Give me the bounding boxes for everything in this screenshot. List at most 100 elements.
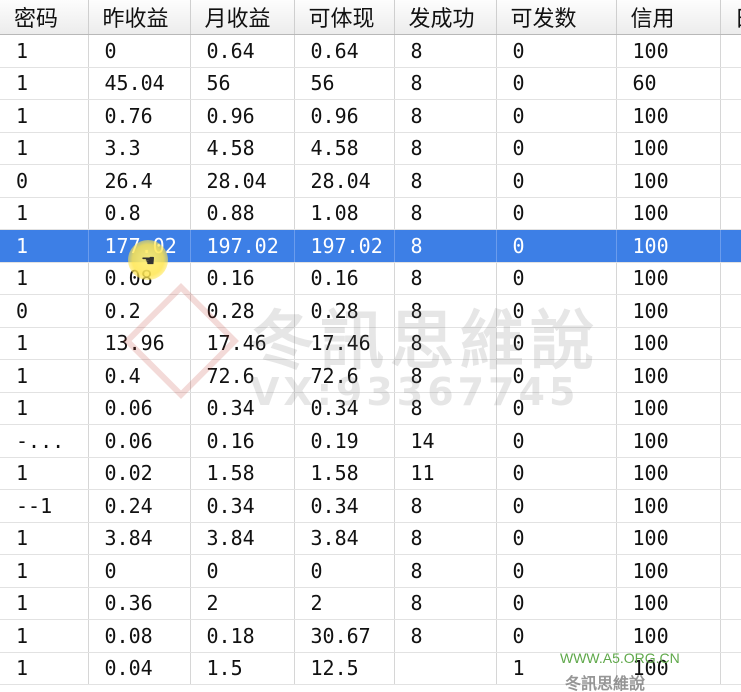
table-cell[interactable]: 0.28 [294, 294, 395, 328]
table-cell[interactable]: 0 [496, 424, 617, 458]
table-cell[interactable]: 0.24 [88, 489, 191, 523]
table-cell[interactable]: 8 [394, 489, 497, 523]
table-cell[interactable]: 100 [616, 554, 721, 588]
table-cell[interactable]: 0 [496, 132, 617, 165]
table-cell[interactable] [394, 652, 497, 685]
table-cell[interactable]: 28.04 [294, 164, 395, 198]
table-cell[interactable]: 0.34 [294, 489, 395, 523]
table-cell[interactable]: 2 [190, 587, 295, 620]
table-row[interactable]: 1 0 0.64 0.64 8 0 100 [0, 34, 741, 68]
table-cell[interactable]: 8 [394, 67, 497, 100]
table-cell[interactable]: 0 [88, 34, 191, 68]
table-cell[interactable]: 0.16 [190, 262, 295, 295]
table-row[interactable]: 1 45.04 56 56 8 0 60 [0, 67, 741, 100]
table-cell[interactable]: 0.08 [88, 262, 191, 295]
table-cell[interactable]: 17.46 [190, 327, 295, 360]
table-cell[interactable]: 100 [616, 392, 721, 425]
table-cell[interactable]: 0 [496, 587, 617, 620]
table-cell[interactable]: 0.28 [190, 294, 295, 328]
table-cell[interactable]: 0 [496, 457, 617, 490]
table-cell[interactable]: 0.06 [88, 424, 191, 458]
table-cell[interactable]: 100 [616, 99, 721, 133]
table-cell[interactable]: 0.18 [190, 619, 295, 653]
table-cell[interactable]: 3.84 [190, 522, 295, 555]
table-cell[interactable]: 0.06 [88, 392, 191, 425]
column-header-yesterday-income[interactable]: 昨收益 [88, 0, 191, 35]
table-cell[interactable]: 45.04 [88, 67, 191, 100]
table-cell[interactable]: 28.04 [190, 164, 295, 198]
table-row[interactable]: 1 3.84 3.84 3.84 8 0 100 [0, 522, 741, 555]
table-cell[interactable]: 1 [0, 619, 89, 653]
table-cell[interactable]: 100 [616, 619, 721, 653]
table-cell[interactable]: 0.88 [190, 197, 295, 230]
table-cell[interactable]: 100 [616, 359, 721, 393]
table-cell[interactable]: 0.36 [88, 587, 191, 620]
table-cell[interactable]: 8 [394, 229, 497, 263]
table-cell[interactable]: 0 [496, 99, 617, 133]
table-cell[interactable]: --1 [0, 489, 89, 523]
table-row[interactable]: 1 0.4 72.6 72.6 8 0 100 [0, 359, 741, 393]
table-row[interactable]: 1 0.02 1.58 1.58 11 0 100 [0, 457, 741, 490]
table-cell[interactable]: 0 [496, 359, 617, 393]
table-cell[interactable]: 8 [394, 359, 497, 393]
table-cell[interactable]: 8 [394, 132, 497, 165]
table-cell[interactable]: 0 [496, 164, 617, 198]
table-cell[interactable]: 1 [0, 554, 89, 588]
table-cell[interactable]: 0.8 [88, 197, 191, 230]
table-cell[interactable]: 100 [616, 522, 721, 555]
table-cell[interactable]: 0 [496, 262, 617, 295]
table-cell[interactable]: 8 [394, 99, 497, 133]
table-cell[interactable]: 100 [616, 229, 721, 263]
table-cell[interactable]: 3.84 [294, 522, 395, 555]
table-cell[interactable]: 8 [394, 327, 497, 360]
table-cell[interactable]: 0.08 [88, 619, 191, 653]
table-row[interactable]: 1 0.04 1.5 12.5 1 100 [0, 652, 741, 685]
table-cell[interactable]: 0 [496, 229, 617, 263]
table-cell[interactable]: 2 [294, 587, 395, 620]
table-cell[interactable]: 100 [616, 457, 721, 490]
table-row[interactable]: 1 177.02 197.02 197.02 8 0 100 [0, 229, 741, 263]
table-cell[interactable]: 100 [616, 587, 721, 620]
table-cell[interactable]: 0 [294, 554, 395, 588]
table-cell[interactable]: 1 [0, 587, 89, 620]
table-cell[interactable]: 8 [394, 164, 497, 198]
table-cell[interactable]: 0.64 [190, 34, 295, 68]
table-row[interactable]: 1 0.08 0.16 0.16 8 0 100 [0, 262, 741, 295]
column-header-withdrawable[interactable]: 可体现 [294, 0, 395, 35]
table-cell[interactable]: 197.02 [294, 229, 395, 263]
table-cell[interactable]: 3.3 [88, 132, 191, 165]
table-cell[interactable]: 0 [496, 489, 617, 523]
table-cell[interactable]: 3.84 [88, 522, 191, 555]
table-cell[interactable]: 100 [616, 294, 721, 328]
table-cell[interactable]: 1.08 [294, 197, 395, 230]
table-cell[interactable]: 0.04 [88, 652, 191, 685]
table-cell[interactable]: 14 [394, 424, 497, 458]
table-cell[interactable]: 1 [0, 522, 89, 555]
table-cell[interactable]: 100 [616, 197, 721, 230]
table-cell[interactable]: 0 [496, 67, 617, 100]
table-cell[interactable]: 17.46 [294, 327, 395, 360]
table-cell[interactable]: 0 [0, 294, 89, 328]
table-cell[interactable]: 100 [616, 424, 721, 458]
table-cell[interactable]: 0 [496, 294, 617, 328]
table-cell[interactable]: 1 [0, 457, 89, 490]
table-cell[interactable]: 72.6 [294, 359, 395, 393]
table-cell[interactable]: 1 [0, 359, 89, 393]
table-cell[interactable]: 0 [496, 619, 617, 653]
column-header-sent-success[interactable]: 发成功 [394, 0, 497, 35]
table-cell[interactable]: 8 [394, 34, 497, 68]
table-cell[interactable]: 0.64 [294, 34, 395, 68]
table-row[interactable]: 1 0.8 0.88 1.08 8 0 100 [0, 197, 741, 230]
table-cell[interactable]: 100 [616, 34, 721, 68]
table-cell[interactable]: 8 [394, 262, 497, 295]
table-row[interactable]: 1 13.96 17.46 17.46 8 0 100 [0, 327, 741, 360]
table-cell[interactable]: 1 [0, 99, 89, 133]
table-cell[interactable]: 0.16 [190, 424, 295, 458]
table-cell[interactable]: 100 [616, 652, 721, 685]
table-cell[interactable]: 1 [0, 34, 89, 68]
table-row[interactable]: 0 26.4 28.04 28.04 8 0 100 [0, 164, 741, 198]
column-header-credit[interactable]: 信用 [616, 0, 721, 35]
table-cell[interactable]: 0.2 [88, 294, 191, 328]
table-cell[interactable]: 197.02 [190, 229, 295, 263]
table-cell[interactable]: 8 [394, 392, 497, 425]
